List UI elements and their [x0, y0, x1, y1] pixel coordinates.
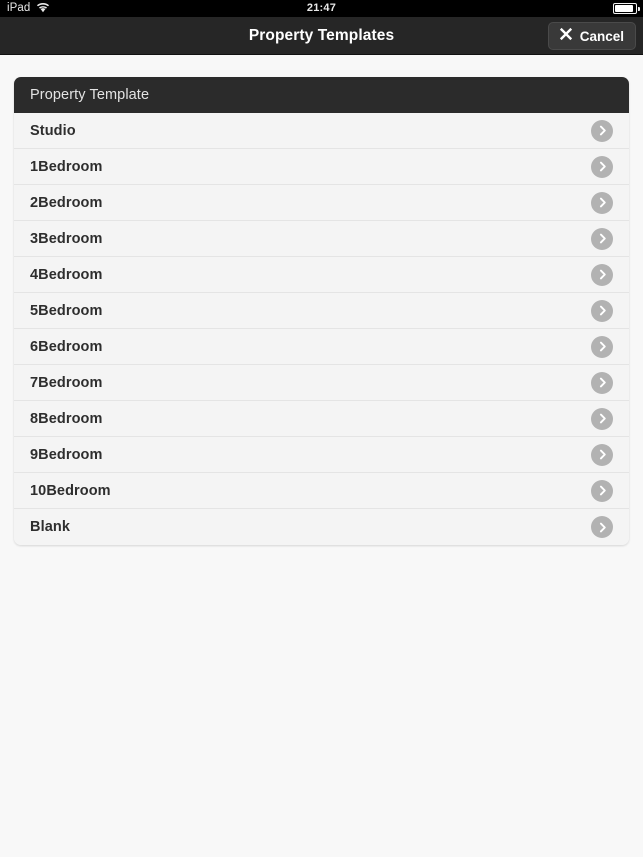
list-item-label: 10Bedroom: [30, 482, 111, 499]
list-item[interactable]: 7Bedroom: [14, 365, 629, 401]
list-item[interactable]: Blank: [14, 509, 629, 545]
property-template-panel: Property Template Studio 1Bedroom 2Bedroom…: [14, 77, 629, 545]
battery-fill: [615, 5, 633, 12]
chevron-right-icon[interactable]: [591, 191, 613, 214]
list-item-label: 8Bedroom: [30, 410, 103, 427]
navigation-bar: Property Templates Cancel: [0, 17, 643, 55]
chevron-right-icon[interactable]: [591, 371, 613, 394]
list-item-label: 5Bedroom: [30, 302, 103, 319]
list-item-label: 7Bedroom: [30, 374, 103, 391]
property-template-list: Studio 1Bedroom 2Bedroom 3Bedroom 4Bedroom 5B…: [14, 113, 629, 545]
close-x-icon: [559, 27, 573, 46]
chevron-right-icon[interactable]: [591, 407, 613, 430]
chevron-right-icon[interactable]: [591, 479, 613, 502]
list-item[interactable]: 2Bedroom: [14, 185, 629, 221]
panel-header: Property Template: [14, 77, 629, 113]
list-item[interactable]: 9Bedroom: [14, 437, 629, 473]
status-bar: iPad 21:47: [0, 0, 643, 17]
cancel-button[interactable]: Cancel: [547, 22, 636, 50]
chevron-right-icon[interactable]: [591, 443, 613, 466]
list-item-label: 1Bedroom: [30, 158, 103, 175]
list-item[interactable]: 10Bedroom: [14, 473, 629, 509]
battery-icon: [613, 3, 640, 14]
chevron-right-icon[interactable]: [591, 335, 613, 358]
chevron-right-icon[interactable]: [591, 119, 613, 142]
list-item-label: 2Bedroom: [30, 194, 103, 211]
list-item-label: 6Bedroom: [30, 338, 103, 355]
list-item-label: Blank: [30, 519, 70, 535]
list-item[interactable]: Studio: [14, 113, 629, 149]
cancel-button-label: Cancel: [579, 28, 624, 44]
chevron-right-icon[interactable]: [591, 155, 613, 178]
list-item[interactable]: 5Bedroom: [14, 293, 629, 329]
chevron-right-icon[interactable]: [591, 299, 613, 322]
chevron-right-icon[interactable]: [591, 516, 613, 538]
list-item-label: 4Bedroom: [30, 266, 103, 283]
list-item[interactable]: 1Bedroom: [14, 149, 629, 185]
panel-header-label: Property Template: [30, 87, 150, 103]
list-item[interactable]: 3Bedroom: [14, 221, 629, 257]
chevron-right-icon[interactable]: [591, 263, 613, 286]
chevron-right-icon[interactable]: [591, 227, 613, 250]
list-item-label: Studio: [30, 122, 76, 139]
list-item[interactable]: 8Bedroom: [14, 401, 629, 437]
status-bar-right: [613, 0, 640, 17]
list-item-label: 9Bedroom: [30, 446, 103, 463]
list-item[interactable]: 6Bedroom: [14, 329, 629, 365]
list-item[interactable]: 4Bedroom: [14, 257, 629, 293]
status-bar-clock: 21:47: [306, 2, 337, 14]
list-item-label: 3Bedroom: [30, 230, 103, 247]
content-area: Property Template Studio 1Bedroom 2Bedroom…: [0, 55, 643, 545]
page-title: Property Templates: [248, 26, 395, 44]
